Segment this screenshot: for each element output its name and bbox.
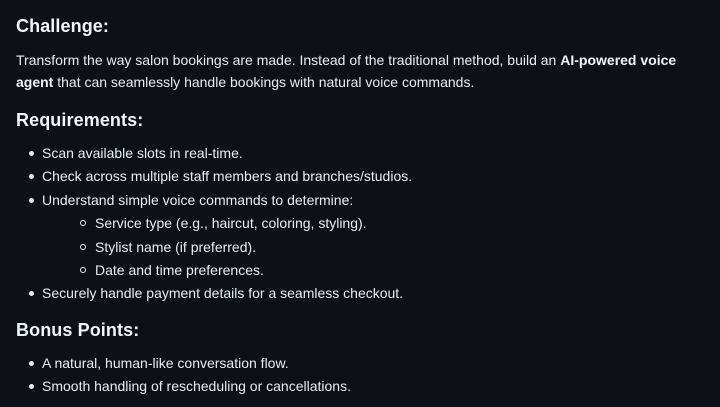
sub-list-item-text: Date and time preferences. [95, 262, 264, 279]
bullet-icon [29, 291, 34, 297]
list-item: Securely handle payment details for a se… [16, 282, 412, 305]
bullet-icon [29, 151, 34, 156]
sub-list-item: Service type (e.g., haircut, coloring, s… [42, 212, 412, 235]
sub-list-item: Stylist name (if preferred). [42, 236, 412, 259]
hollow-bullet-icon [80, 243, 86, 250]
challenge-heading: Challenge: [16, 16, 110, 36]
bullet-icon [29, 361, 34, 366]
requirements-list: Scan available slots in real-time. Check… [16, 142, 412, 306]
list-item: Scan available slots in real-time. [16, 142, 412, 165]
list-item-text: A natural, human-like conversation flow. [42, 355, 289, 371]
list-item-text: Scan available slots in real-time. [42, 145, 243, 161]
sub-list-item-text: Stylist name (if preferred). [95, 238, 257, 255]
bullet-icon [29, 384, 34, 390]
bonus-list: A natural, human-like conversation flow.… [16, 352, 351, 399]
list-item-text: Understand simple voice commands to dete… [42, 191, 354, 208]
list-item: Smooth handling of rescheduling or cance… [16, 375, 351, 398]
bullet-icon [29, 197, 34, 203]
bonus-heading: Bonus Points: [16, 320, 140, 340]
voice-commands-sublist: Service type (e.g., haircut, coloring, s… [42, 212, 412, 282]
hollow-bullet-icon [80, 220, 86, 227]
bullet-icon [29, 174, 34, 180]
challenge-paragraph: Transform the way salon bookings are mad… [16, 49, 716, 93]
requirements-heading: Requirements: [16, 110, 144, 130]
list-item: A natural, human-like conversation flow. [16, 352, 351, 375]
challenge-text-start: Transform the way salon bookings are mad… [16, 52, 561, 68]
list-item-text: Securely handle payment details for a se… [42, 285, 404, 302]
list-item: Understand simple voice commands to dete… [16, 189, 412, 283]
hollow-bullet-icon [80, 267, 86, 274]
list-item-text: Smooth handling of rescheduling or cance… [42, 378, 351, 395]
list-item: Check across multiple staff members and … [16, 165, 412, 188]
list-item-text: Check across multiple staff members and … [42, 168, 413, 185]
sub-list-item-text: Service type (e.g., haircut, coloring, s… [95, 215, 367, 232]
sub-list-item: Date and time preferences. [42, 259, 412, 282]
challenge-text-end: that can seamlessly handle bookings with… [53, 74, 475, 90]
